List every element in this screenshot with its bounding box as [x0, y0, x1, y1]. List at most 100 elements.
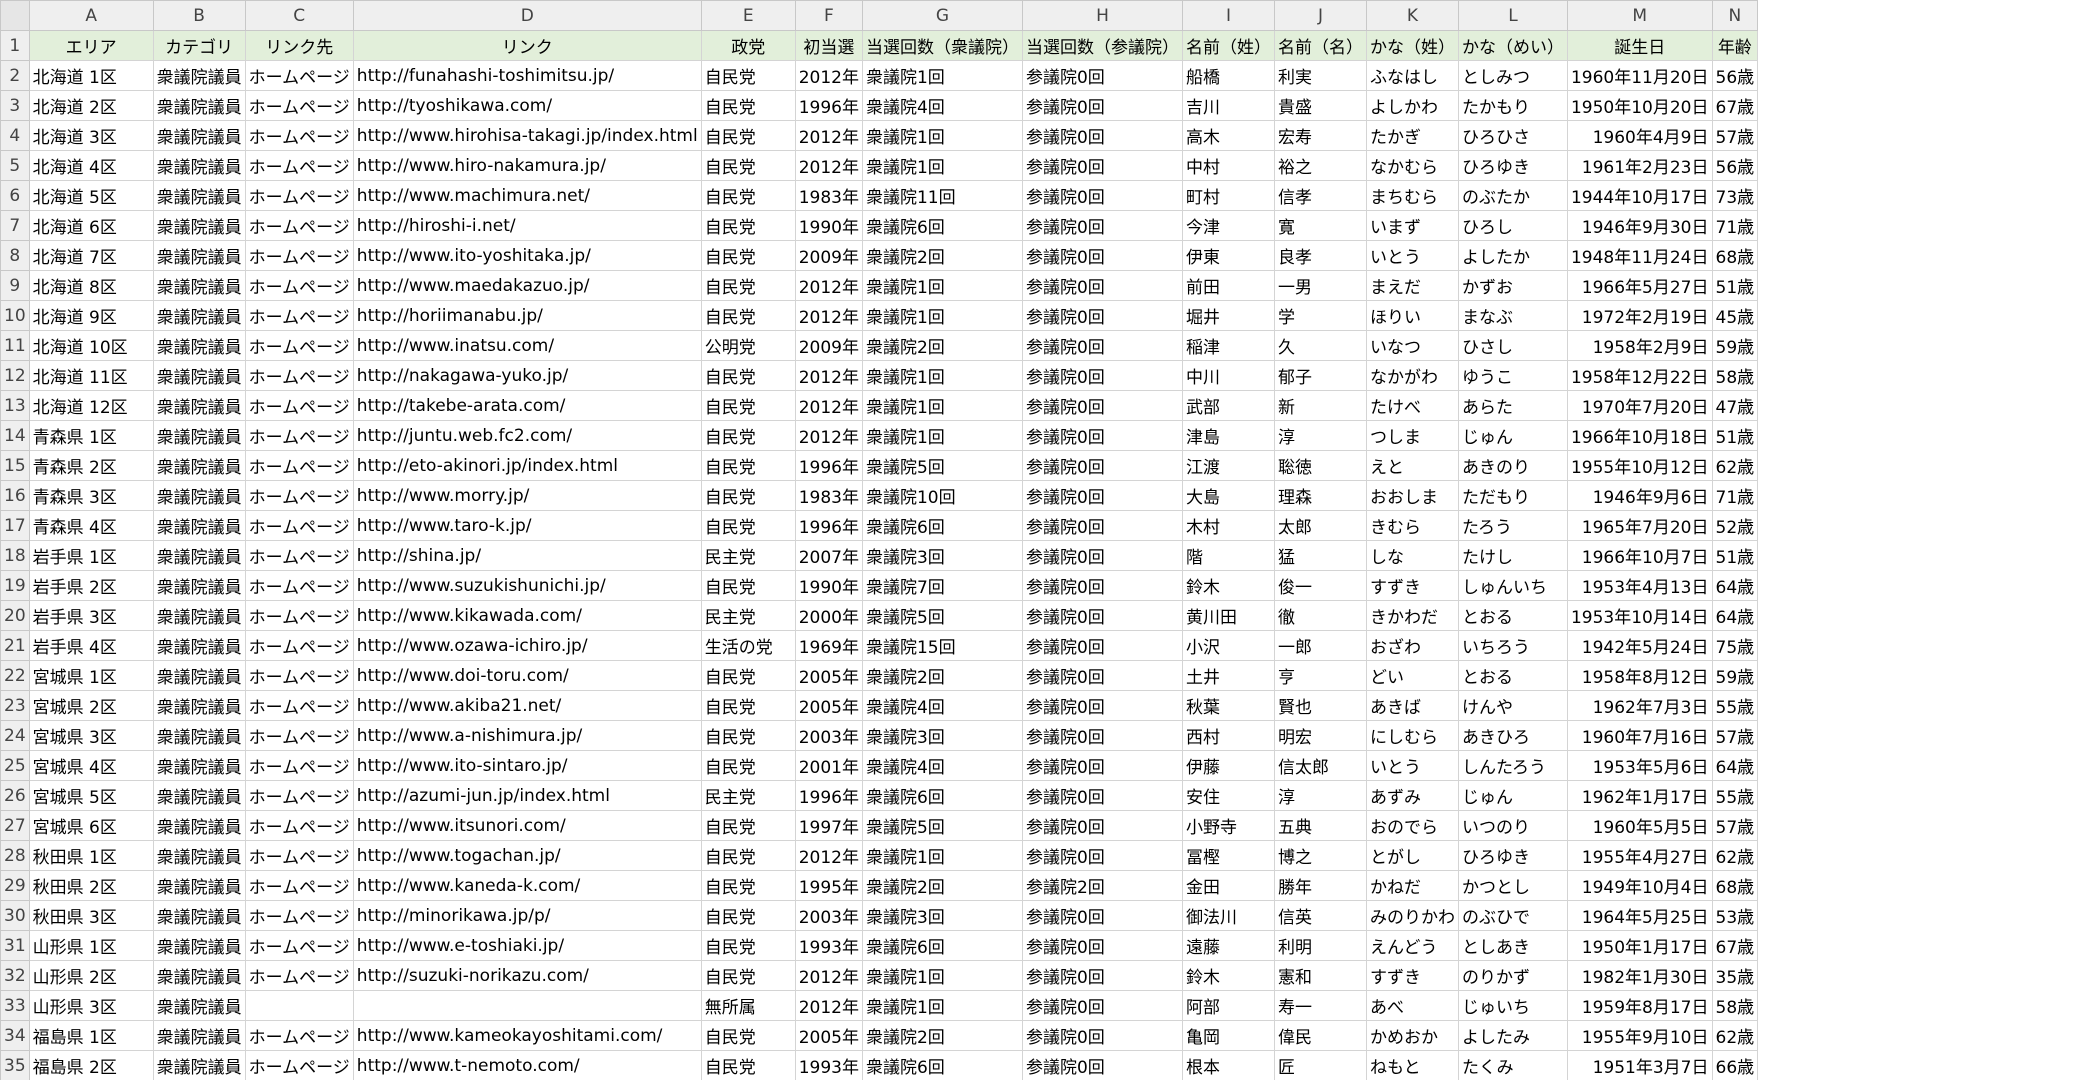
cell[interactable]: ホームページ	[244, 1050, 354, 1080]
cell[interactable]: 2000年	[794, 600, 863, 631]
cell[interactable]: 57歳	[1711, 810, 1759, 841]
cell[interactable]: 衆議院6回	[861, 210, 1023, 241]
cell[interactable]: 衆議院議員	[152, 150, 246, 181]
cell[interactable]: 67歳	[1711, 930, 1759, 961]
cell[interactable]: 66歳	[1711, 1050, 1759, 1080]
cell[interactable]: 2012年	[794, 150, 863, 181]
cell[interactable]: すずき	[1365, 960, 1459, 991]
cell[interactable]: すずき	[1365, 570, 1459, 601]
cell[interactable]: 参議院0回	[1021, 240, 1183, 271]
cell[interactable]: 衆議院1回	[861, 840, 1023, 871]
cell[interactable]: 高木	[1181, 120, 1275, 151]
cell[interactable]: http://hiroshi-i.net/	[352, 210, 702, 241]
cell[interactable]: ホームページ	[244, 420, 354, 451]
cell[interactable]: 1993年	[794, 1050, 863, 1080]
cell[interactable]: 青森県 2区	[28, 450, 154, 481]
cell[interactable]: 55歳	[1711, 780, 1759, 811]
cell[interactable]: 1958年12月22日	[1566, 360, 1713, 391]
cell[interactable]: 56歳	[1711, 150, 1759, 181]
cell[interactable]: 自民党	[700, 690, 796, 721]
header-cell[interactable]: 当選回数（参議院）	[1021, 30, 1183, 61]
cell[interactable]: 阿部	[1181, 990, 1275, 1021]
cell[interactable]: 北海道 2区	[28, 90, 154, 121]
cell[interactable]: 参議院0回	[1021, 600, 1183, 631]
cell[interactable]: 衆議院議員	[152, 300, 246, 331]
cell[interactable]: 裕之	[1273, 150, 1367, 181]
cell[interactable]: としみつ	[1457, 60, 1568, 91]
cell[interactable]: 参議院0回	[1021, 930, 1183, 961]
cell[interactable]: 衆議院議員	[152, 990, 246, 1021]
cell[interactable]: http://www.taro-k.jp/	[352, 510, 702, 541]
cell[interactable]: 自民党	[700, 90, 796, 121]
cell[interactable]: 淳	[1273, 780, 1367, 811]
cell[interactable]: 1955年4月27日	[1566, 840, 1713, 871]
row-header[interactable]: 20	[0, 600, 30, 631]
cell[interactable]: 1953年4月13日	[1566, 570, 1713, 601]
cell[interactable]: 匠	[1273, 1050, 1367, 1080]
cell[interactable]: 1955年10月12日	[1566, 450, 1713, 481]
cell[interactable]: 1951年3月7日	[1566, 1050, 1713, 1080]
header-cell[interactable]: かな（めい）	[1457, 30, 1568, 61]
cell[interactable]: 伊東	[1181, 240, 1275, 271]
cell[interactable]: たけし	[1457, 540, 1568, 571]
cell[interactable]: 衆議院5回	[861, 810, 1023, 841]
cell[interactable]: 衆議院2回	[861, 330, 1023, 361]
cell[interactable]: 自民党	[700, 480, 796, 511]
cell[interactable]: 参議院0回	[1021, 480, 1183, 511]
cell[interactable]: 明宏	[1273, 720, 1367, 751]
cell[interactable]: 参議院0回	[1021, 1020, 1183, 1051]
cell[interactable]: 新	[1273, 390, 1367, 421]
cell[interactable]: 参議院0回	[1021, 450, 1183, 481]
cell[interactable]: 参議院0回	[1021, 120, 1183, 151]
row-header[interactable]: 8	[0, 240, 30, 271]
cell[interactable]: 衆議院2回	[861, 660, 1023, 691]
cell[interactable]: http://www.e-toshiaki.jp/	[352, 930, 702, 961]
cell[interactable]: とがし	[1365, 840, 1459, 871]
cell[interactable]: 衆議院6回	[861, 780, 1023, 811]
cell[interactable]: 信英	[1273, 900, 1367, 931]
cell[interactable]: 1960年5月5日	[1566, 810, 1713, 841]
cell[interactable]: 猛	[1273, 540, 1367, 571]
cell[interactable]: えと	[1365, 450, 1459, 481]
cell[interactable]: 前田	[1181, 270, 1275, 301]
cell[interactable]: 2001年	[794, 750, 863, 781]
cell[interactable]: ホームページ	[244, 300, 354, 331]
cell[interactable]: ホームページ	[244, 930, 354, 961]
cell[interactable]: 参議院0回	[1021, 660, 1183, 691]
cell[interactable]: 51歳	[1711, 540, 1759, 571]
cell[interactable]: 衆議院議員	[152, 660, 246, 691]
cell[interactable]: 参議院0回	[1021, 510, 1183, 541]
cell[interactable]: 参議院0回	[1021, 570, 1183, 601]
cell[interactable]: ホームページ	[244, 270, 354, 301]
cell[interactable]: 鈴木	[1181, 570, 1275, 601]
cell[interactable]: 衆議院1回	[861, 150, 1023, 181]
cell[interactable]: 参議院0回	[1021, 630, 1183, 661]
row-header[interactable]: 24	[0, 720, 30, 751]
cell[interactable]: ホームページ	[244, 630, 354, 661]
cell[interactable]: 衆議院議員	[152, 870, 246, 901]
cell[interactable]: http://eto-akinori.jp/index.html	[352, 450, 702, 481]
cell[interactable]: たかもり	[1457, 90, 1568, 121]
cell[interactable]: 58歳	[1711, 990, 1759, 1021]
cell[interactable]: 小沢	[1181, 630, 1275, 661]
cell[interactable]: 自民党	[700, 660, 796, 691]
cell[interactable]	[244, 990, 354, 1021]
cell[interactable]: 山形県 3区	[28, 990, 154, 1021]
cell[interactable]: 衆議院7回	[861, 570, 1023, 601]
header-cell[interactable]: 誕生日	[1566, 30, 1713, 61]
cell[interactable]: 秋葉	[1181, 690, 1275, 721]
cell[interactable]: 青森県 1区	[28, 420, 154, 451]
cell[interactable]: 岩手県 3区	[28, 600, 154, 631]
cell[interactable]: ひさし	[1457, 330, 1568, 361]
cell[interactable]: のぶひで	[1457, 900, 1568, 931]
cell[interactable]: 衆議院議員	[152, 690, 246, 721]
column-header-b[interactable]: B	[152, 0, 246, 31]
cell[interactable]: http://www.kaneda-k.com/	[352, 870, 702, 901]
cell[interactable]: http://www.hirohisa-takagi.jp/index.html	[352, 120, 702, 151]
cell[interactable]: 1946年9月30日	[1566, 210, 1713, 241]
cell[interactable]: 衆議院議員	[152, 120, 246, 151]
cell[interactable]: http://www.ozawa-ichiro.jp/	[352, 630, 702, 661]
cell[interactable]: 宮城県 2区	[28, 690, 154, 721]
cell[interactable]: ふなはし	[1365, 60, 1459, 91]
cell[interactable]: ホームページ	[244, 870, 354, 901]
